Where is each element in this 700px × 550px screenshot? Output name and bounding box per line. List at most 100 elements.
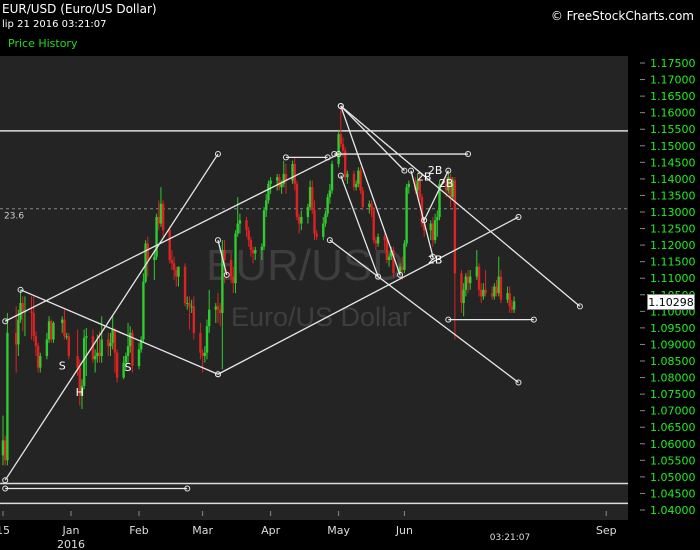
candle-body [431, 223, 435, 241]
candle-body [17, 319, 20, 345]
candle-body [52, 322, 55, 340]
y-tick-label: 1.07500 [650, 388, 696, 401]
y-tick-label: 1.14000 [650, 173, 696, 186]
candle-body [506, 293, 509, 300]
pattern-label: 2B [439, 177, 454, 190]
candle-body [361, 190, 364, 208]
price-chart[interactable]: EUR/USD Euro/US Dollar 1.040001.045001.0… [0, 0, 700, 550]
y-tick-label: 1.06500 [650, 421, 696, 434]
candle-body [214, 306, 217, 310]
candle-body [508, 293, 511, 307]
candle-body [330, 163, 334, 191]
copyright-label[interactable]: © FreeStockCharts.com [551, 9, 694, 23]
candle-body [328, 190, 332, 198]
candle-body [36, 346, 40, 368]
candle-body [168, 230, 171, 261]
candle-body [512, 301, 516, 310]
candle-body [247, 230, 250, 241]
candle-body [67, 336, 71, 357]
y-tick-label: 1.12500 [650, 223, 696, 236]
candle-body [267, 183, 270, 201]
y-tick-label: 1.07000 [650, 405, 696, 418]
candle-body [482, 289, 485, 297]
candle-body [93, 356, 97, 360]
candle-body [186, 303, 189, 305]
candle-body [47, 321, 51, 340]
candle-body [3, 440, 7, 461]
candle-body [403, 243, 406, 270]
candle-body [201, 352, 204, 357]
candle-body [295, 183, 299, 217]
candle-body [251, 250, 255, 254]
candle-body [32, 312, 35, 337]
candle-body [368, 203, 371, 208]
y-tick-label: 1.17500 [650, 57, 696, 70]
candle-body [1, 440, 5, 456]
x-tick-sublabel: 2016 [57, 538, 85, 550]
candle-body [460, 273, 463, 304]
candle-body [469, 276, 472, 284]
candle-body [115, 352, 119, 378]
candle-body [245, 220, 248, 231]
current-price-badge: 1.10298 [647, 294, 695, 310]
candle-body [50, 321, 53, 340]
candle-body [374, 240, 378, 244]
candle-body [188, 303, 191, 307]
candle-body [161, 203, 165, 231]
candle-body [278, 177, 281, 188]
x-tick-label: May [327, 524, 350, 537]
candle-body [370, 203, 373, 211]
candle-body [170, 260, 174, 264]
candle-body [343, 150, 347, 178]
candle-body [153, 256, 156, 261]
candle-body [109, 342, 112, 347]
y-tick-label: 1.15500 [650, 123, 696, 136]
candle-body [407, 183, 411, 188]
candle-body [429, 223, 432, 231]
candle-body [436, 216, 439, 221]
candle-body [385, 240, 389, 261]
candle-body [137, 349, 141, 366]
y-tick-label: 1.13500 [650, 189, 696, 202]
candle-body [126, 346, 130, 357]
candle-body [65, 336, 68, 338]
candle-body [275, 177, 279, 181]
candle-body [63, 319, 66, 337]
candle-body [401, 266, 404, 270]
candle-body [45, 339, 49, 357]
candle-body [111, 329, 114, 343]
candle-body [39, 356, 42, 368]
candle-body [155, 216, 158, 257]
fib-reference-label: 23.6 [4, 212, 24, 222]
candle-body [405, 187, 408, 244]
candle-body [229, 260, 233, 277]
candle-body [142, 281, 145, 340]
candle-body [315, 233, 318, 237]
y-tick-label: 1.09000 [650, 338, 696, 351]
price-history-label[interactable]: Price History [8, 37, 77, 50]
candle-body [34, 336, 38, 347]
y-tick-label: 1.14500 [650, 156, 696, 169]
candle-body [159, 203, 163, 224]
candle-body [339, 134, 343, 145]
y-tick-label: 1.04500 [650, 487, 696, 500]
y-tick-label: 1.11500 [650, 256, 696, 269]
candle-body [490, 293, 494, 297]
candle-body [297, 216, 301, 224]
candle-body [464, 276, 468, 290]
candle-body [495, 286, 498, 294]
y-tick-label: 1.08500 [650, 355, 696, 368]
candle-body [311, 187, 314, 211]
candle-body [306, 207, 310, 217]
candle-body [207, 309, 211, 327]
candle-body [21, 303, 24, 312]
candle-body [203, 352, 207, 357]
candle-body [107, 339, 110, 347]
candle-body [223, 250, 226, 261]
candle-body [324, 213, 327, 224]
candle-body [6, 332, 9, 461]
candle-body [76, 356, 79, 368]
y-tick-label: 1.05000 [650, 471, 696, 484]
candle-body [499, 276, 503, 300]
candle-body [96, 352, 99, 357]
